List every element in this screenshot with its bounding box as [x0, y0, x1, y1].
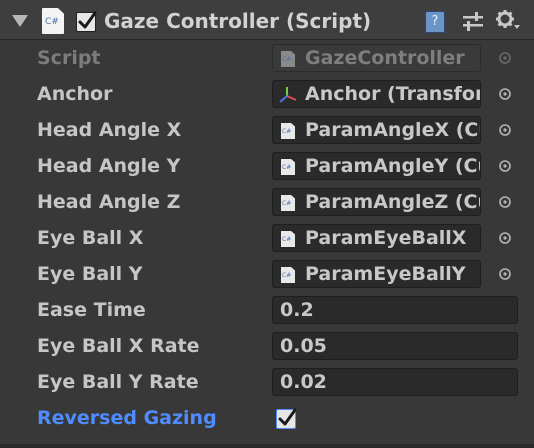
- eye-ball-y-rate-input[interactable]: 0.02: [272, 368, 518, 396]
- field-row-anchor: Anchor Anchor (Transform): [0, 76, 534, 112]
- object-picker-icon: [499, 52, 511, 64]
- field-row-eye-ball-x-rate: Eye Ball X Rate 0.05: [0, 328, 534, 364]
- csharp-script-icon: C#: [281, 195, 295, 211]
- csharp-script-icon: C#: [281, 123, 295, 139]
- csharp-script-icon: C#: [281, 231, 295, 247]
- component-title: Gaze Controller (Script): [104, 9, 372, 33]
- csharp-script-icon: C#: [281, 51, 295, 67]
- object-picker-icon[interactable]: [498, 123, 512, 137]
- reversed-gazing-checkbox[interactable]: [276, 408, 297, 429]
- inspector-component-panel: C# Gaze Controller (Script) ? Script C# …: [0, 0, 534, 448]
- field-label-reversed-gazing: Reversed Gazing: [37, 407, 217, 429]
- field-row-head-angle-y: Head Angle Y C# ParamAngleY (CubismParam…: [0, 148, 534, 184]
- help-book-icon[interactable]: ?: [425, 11, 445, 33]
- field-label-head-angle-x: Head Angle X: [37, 119, 182, 141]
- field-label-head-angle-z: Head Angle Z: [37, 191, 181, 213]
- field-row-eye-ball-y: Eye Ball Y C# ParamEyeBallY: [0, 256, 534, 292]
- field-row-reversed-gazing: Reversed Gazing: [0, 400, 534, 436]
- field-label-head-angle-y: Head Angle Y: [37, 155, 181, 177]
- field-label-eye-ball-x: Eye Ball X: [37, 227, 144, 249]
- eye-ball-x-rate-value: 0.05: [280, 335, 327, 357]
- eye-ball-x-rate-input[interactable]: 0.05: [272, 332, 518, 360]
- field-row-head-angle-x: Head Angle X C# ParamAngleX (CubismParam…: [0, 112, 534, 148]
- object-picker-icon[interactable]: [498, 231, 512, 245]
- eye-ball-x-object-field[interactable]: C# ParamEyeBallX: [272, 224, 481, 252]
- eye-ball-y-rate-value: 0.02: [280, 371, 327, 393]
- field-label-eye-ball-y-rate: Eye Ball Y Rate: [37, 371, 199, 393]
- panel-bottom-divider: [0, 444, 534, 448]
- script-field-value: GazeController: [305, 47, 465, 69]
- head-angle-y-field-value: ParamAngleY (CubismParameter): [305, 155, 480, 177]
- checkmark-icon: [278, 408, 297, 426]
- object-picker-icon[interactable]: [498, 267, 512, 281]
- anchor-field-value: Anchor (Transform): [305, 83, 480, 105]
- field-label-eye-ball-y: Eye Ball Y: [37, 263, 143, 285]
- field-label-ease-time: Ease Time: [37, 299, 146, 321]
- field-row-eye-ball-x: Eye Ball X C# ParamEyeBallX: [0, 220, 534, 256]
- csharp-script-icon: C#: [42, 8, 64, 34]
- transform-axes-icon: [279, 87, 297, 103]
- field-row-script: Script C# GazeController: [0, 40, 534, 76]
- object-picker-icon[interactable]: [498, 87, 512, 101]
- csharp-script-icon: C#: [281, 267, 295, 283]
- eye-ball-y-object-field[interactable]: C# ParamEyeBallY: [272, 260, 481, 288]
- csharp-icon-text: C#: [45, 17, 59, 27]
- head-angle-y-object-field[interactable]: C# ParamAngleY (CubismParameter): [272, 152, 481, 180]
- field-row-eye-ball-y-rate: Eye Ball Y Rate 0.02: [0, 364, 534, 400]
- ease-time-input[interactable]: 0.2: [272, 296, 518, 324]
- head-angle-z-field-value: ParamAngleZ (CubismParameter): [305, 191, 480, 213]
- field-label-eye-ball-x-rate: Eye Ball X Rate: [37, 335, 200, 357]
- presets-sliders-icon[interactable]: [462, 12, 484, 32]
- head-angle-x-field-value: ParamAngleX (CubismParameter): [305, 119, 480, 141]
- head-angle-x-object-field[interactable]: C# ParamAngleX (CubismParameter): [272, 116, 481, 144]
- object-picker-icon[interactable]: [498, 159, 512, 173]
- component-header[interactable]: C# Gaze Controller (Script) ?: [0, 0, 534, 40]
- field-label-anchor: Anchor: [37, 83, 113, 105]
- head-angle-z-object-field[interactable]: C# ParamAngleZ (CubismParameter): [272, 188, 481, 216]
- eye-ball-y-field-value: ParamEyeBallY: [305, 263, 466, 285]
- field-row-head-angle-z: Head Angle Z C# ParamAngleZ (CubismParam…: [0, 184, 534, 220]
- eye-ball-x-field-value: ParamEyeBallX: [305, 227, 467, 249]
- foldout-arrow-icon[interactable]: [12, 15, 28, 27]
- object-picker-icon[interactable]: [498, 195, 512, 209]
- gear-icon[interactable]: [495, 9, 521, 33]
- script-object-field: C# GazeController: [272, 44, 481, 72]
- component-enabled-checkbox[interactable]: [76, 11, 97, 32]
- checkmark-icon: [78, 11, 97, 29]
- field-label-script: Script: [37, 47, 101, 69]
- csharp-script-icon: C#: [281, 159, 295, 175]
- ease-time-value: 0.2: [280, 299, 314, 321]
- anchor-object-field[interactable]: Anchor (Transform): [272, 80, 481, 108]
- help-icon-text: ?: [431, 14, 439, 29]
- field-row-ease-time: Ease Time 0.2: [0, 292, 534, 328]
